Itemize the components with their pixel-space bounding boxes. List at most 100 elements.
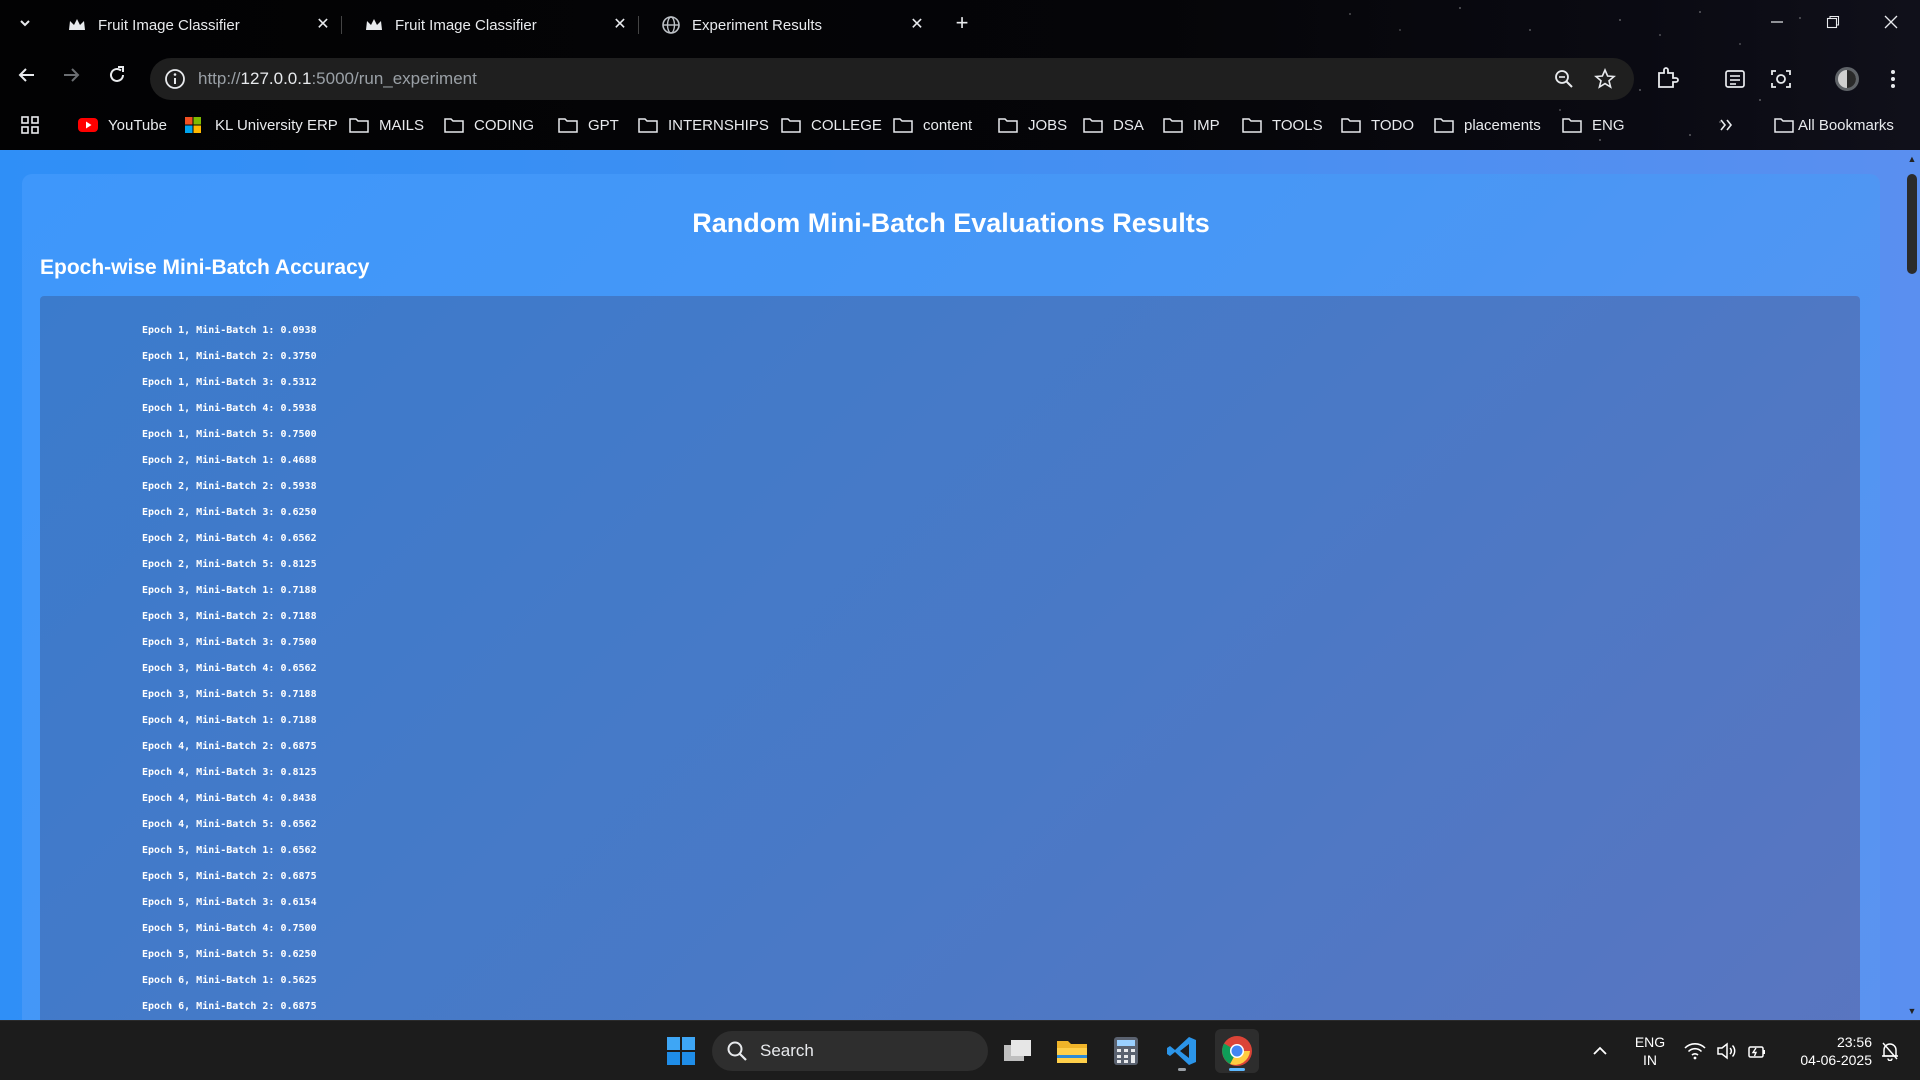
result-line: Epoch 4, Mini-Batch 5: 0.6562 [142,819,317,830]
result-line: Epoch 1, Mini-Batch 5: 0.7500 [142,429,317,440]
more-bookmarks-chevron-icon[interactable] [1718,110,1734,140]
browser-chrome: Fruit Image Classifier ✕ Fruit Image Cla… [0,0,1920,150]
windows-start-icon[interactable] [659,1029,703,1073]
close-tab-icon[interactable]: ✕ [610,15,630,35]
vscode-icon[interactable] [1160,1029,1204,1073]
scroll-down-arrow-icon[interactable]: ▼ [1907,1006,1917,1016]
task-view-icon[interactable] [996,1029,1040,1073]
zoom-icon[interactable] [1553,68,1575,90]
folder-icon [893,117,913,133]
bookmark-folder-jobs[interactable]: JOBS [998,110,1067,140]
bookmark-folder-college[interactable]: COLLEGE [781,110,882,140]
profile-avatar[interactable] [1834,66,1860,92]
all-bookmarks-button[interactable]: All Bookmarks [1774,110,1894,140]
back-button[interactable] [12,64,42,94]
chrome-icon[interactable] [1215,1029,1259,1073]
folder-icon [1163,117,1183,133]
reading-list-icon[interactable] [1722,66,1748,92]
result-line: Epoch 1, Mini-Batch 2: 0.3750 [142,351,317,362]
result-line: Epoch 1, Mini-Batch 3: 0.5312 [142,377,317,388]
all-bookmarks-label: All Bookmarks [1798,116,1894,134]
bookmark-folder-todo[interactable]: TODO [1341,110,1414,140]
scroll-up-arrow-icon[interactable]: ▲ [1907,154,1917,164]
result-line: Epoch 2, Mini-Batch 5: 0.8125 [142,559,317,570]
page-viewport: Random Mini-Batch Evaluations Results Ep… [0,150,1920,1020]
notification-bell-icon[interactable] [1880,1041,1902,1062]
result-line: Epoch 4, Mini-Batch 2: 0.6875 [142,741,317,752]
bookmark-label: TOOLS [1272,116,1323,134]
tab-search-chevron-icon[interactable] [14,14,36,36]
globe-icon [662,16,680,34]
bookmark-folder-eng[interactable]: ENG [1562,110,1625,140]
lens-screenshot-icon[interactable] [1768,66,1794,92]
bookmark-folder-internships[interactable]: INTERNSHIPS [638,110,769,140]
running-indicator [1178,1068,1186,1071]
bookmark-folder-coding[interactable]: CODING [444,110,534,140]
bookmark-star-icon[interactable] [1594,67,1616,90]
bookmark-folder-gpt[interactable]: GPT [558,110,619,140]
folder-icon [1774,117,1794,133]
bookmark-folder-placements[interactable]: placements [1434,110,1541,140]
folder-icon [1341,117,1361,133]
bookmark-label: CODING [474,116,534,134]
bookmark-label: DSA [1113,116,1144,134]
bookmark-youtube[interactable]: YouTube [78,110,167,140]
apps-grid-icon[interactable] [20,110,40,140]
page-scrollbar[interactable]: ▲ ▼ [1904,150,1920,1020]
bookmark-label: KL University ERP [215,116,338,134]
volume-icon[interactable] [1716,1041,1738,1061]
bookmark-label: placements [1464,116,1541,134]
show-hidden-icons-chevron-icon[interactable] [1590,1041,1612,1061]
results-list: Epoch 1, Mini-Batch 1: 0.0938 Epoch 1, Mi… [142,318,317,1020]
results-panel: Epoch 1, Mini-Batch 1: 0.0938 Epoch 1, Mi… [40,296,1860,1020]
bookmark-label: GPT [588,116,619,134]
folder-icon [444,117,464,133]
folder-icon [1083,117,1103,133]
bookmark-folder-mails[interactable]: MAILS [349,110,424,140]
tab-fruit-classifier-1[interactable]: Fruit Image Classifier ✕ [54,9,339,41]
calculator-icon[interactable] [1104,1029,1148,1073]
close-tab-icon[interactable]: ✕ [313,15,333,35]
result-line: Epoch 1, Mini-Batch 1: 0.0938 [142,325,317,336]
file-explorer-icon[interactable] [1050,1029,1094,1073]
bookmark-folder-imp[interactable]: IMP [1163,110,1220,140]
taskbar-search-box[interactable]: Search [712,1031,988,1071]
bookmark-kl-erp[interactable]: KL University ERP [185,110,338,140]
site-info-icon[interactable] [164,68,186,90]
forward-button[interactable] [56,64,86,94]
folder-icon [558,117,578,133]
result-line: Epoch 3, Mini-Batch 3: 0.7500 [142,637,317,648]
result-line: Epoch 6, Mini-Batch 1: 0.5625 [142,975,317,986]
restore-icon[interactable] [1818,10,1848,40]
url-text: http://127.0.0.1:5000/run_experiment [198,69,477,88]
bookmark-label: MAILS [379,116,425,134]
tab-title: Experiment Results [692,16,823,34]
close-window-icon[interactable] [1876,10,1906,40]
result-line: Epoch 6, Mini-Batch 2: 0.6875 [142,1001,317,1012]
address-bar[interactable]: http://127.0.0.1:5000/run_experiment [150,58,1634,100]
new-tab-button[interactable]: + [950,12,974,36]
bookmark-folder-dsa[interactable]: DSA [1083,110,1144,140]
bookmark-label: IMP [1193,116,1220,134]
system-clock[interactable]: 23:56 04-06-2025 [1782,1033,1872,1080]
result-line: Epoch 3, Mini-Batch 4: 0.6562 [142,663,317,674]
more-menu-icon[interactable] [1880,66,1906,92]
result-line: Epoch 4, Mini-Batch 1: 0.7188 [142,715,317,726]
tab-title: Fruit Image Classifier [395,16,537,34]
input-language-indicator[interactable]: ENG IN [1630,1033,1670,1080]
bookmark-folder-tools[interactable]: TOOLS [1242,110,1323,140]
battery-charging-icon[interactable] [1746,1041,1768,1061]
wifi-icon[interactable] [1684,1041,1706,1061]
result-line: Epoch 2, Mini-Batch 1: 0.4688 [142,455,317,466]
tab-divider [638,16,639,34]
bookmark-label: YouTube [108,116,167,134]
scrollbar-thumb[interactable] [1907,174,1917,274]
minimize-icon[interactable] [1762,10,1792,40]
tab-fruit-classifier-2[interactable]: Fruit Image Classifier ✕ [351,9,636,41]
extensions-icon[interactable] [1654,66,1680,92]
result-line: Epoch 5, Mini-Batch 5: 0.6250 [142,949,317,960]
close-tab-icon[interactable]: ✕ [907,15,927,35]
reload-button[interactable] [102,64,132,94]
bookmark-folder-content[interactable]: content [893,110,972,140]
tab-experiment-results[interactable]: Experiment Results ✕ [648,9,933,41]
